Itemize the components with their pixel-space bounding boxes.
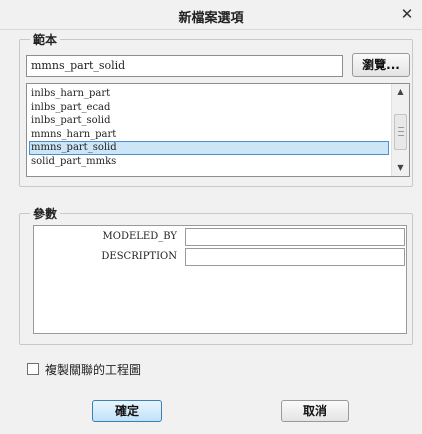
template-list-items: inlbs_harn_part inlbs_part_ecad inlbs_part… bbox=[29, 87, 389, 168]
ok-button[interactable]: 確定 bbox=[92, 400, 162, 422]
new-file-options-dialog: 新檔案選項 ✕ 範本 mmns_part_solid 瀏覽... inlbs_h… bbox=[0, 0, 422, 434]
grip-line bbox=[398, 127, 404, 128]
parameter-row-description: DESCRIPTION bbox=[34, 248, 406, 266]
grip-line bbox=[398, 135, 404, 136]
cancel-button[interactable]: 取消 bbox=[281, 400, 349, 422]
template-list-scrollbar[interactable]: ▲ ▼ bbox=[391, 84, 409, 176]
template-list[interactable]: inlbs_harn_part inlbs_part_ecad inlbs_part… bbox=[26, 83, 410, 177]
parameters-group-label: 參數 bbox=[30, 205, 61, 222]
arrow-up-icon[interactable]: ▲ bbox=[392, 84, 409, 100]
dialog-title: 新檔案選項 bbox=[178, 11, 244, 26]
grip-line bbox=[398, 131, 404, 132]
copy-drawing-label: 複製關聯的工程圖 bbox=[45, 363, 142, 377]
parameter-value-field[interactable] bbox=[185, 248, 405, 266]
template-list-item[interactable]: solid_part_mmks bbox=[29, 155, 389, 169]
template-input[interactable]: mmns_part_solid bbox=[26, 55, 343, 77]
scroll-thumb[interactable] bbox=[394, 114, 407, 150]
parameter-name: MODELED_BY bbox=[102, 231, 178, 242]
template-group-label: 範本 bbox=[30, 31, 61, 48]
template-list-item[interactable]: inlbs_part_solid bbox=[29, 114, 389, 128]
parameters-group: 參數 MODELED_BY DESCRIPTION bbox=[19, 205, 413, 345]
arrow-down-icon[interactable]: ▼ bbox=[392, 160, 409, 176]
parameter-row-modeled-by: MODELED_BY bbox=[34, 228, 406, 246]
template-list-item[interactable]: inlbs_harn_part bbox=[29, 87, 389, 101]
template-list-item[interactable]: mmns_harn_part bbox=[29, 128, 389, 142]
template-list-item[interactable]: mmns_part_solid bbox=[29, 141, 389, 155]
parameter-value-field[interactable] bbox=[185, 228, 405, 246]
template-group: 範本 mmns_part_solid 瀏覽... inlbs_harn_part… bbox=[19, 31, 413, 187]
close-icon[interactable]: ✕ bbox=[398, 5, 416, 23]
copy-drawing-checkbox[interactable] bbox=[27, 363, 39, 375]
parameter-name: DESCRIPTION bbox=[101, 251, 177, 262]
template-list-item[interactable]: inlbs_part_ecad bbox=[29, 101, 389, 115]
title-bar: 新檔案選項 ✕ bbox=[0, 0, 422, 30]
browse-button[interactable]: 瀏覽... bbox=[352, 53, 410, 77]
parameters-table: MODELED_BY DESCRIPTION bbox=[33, 225, 407, 334]
